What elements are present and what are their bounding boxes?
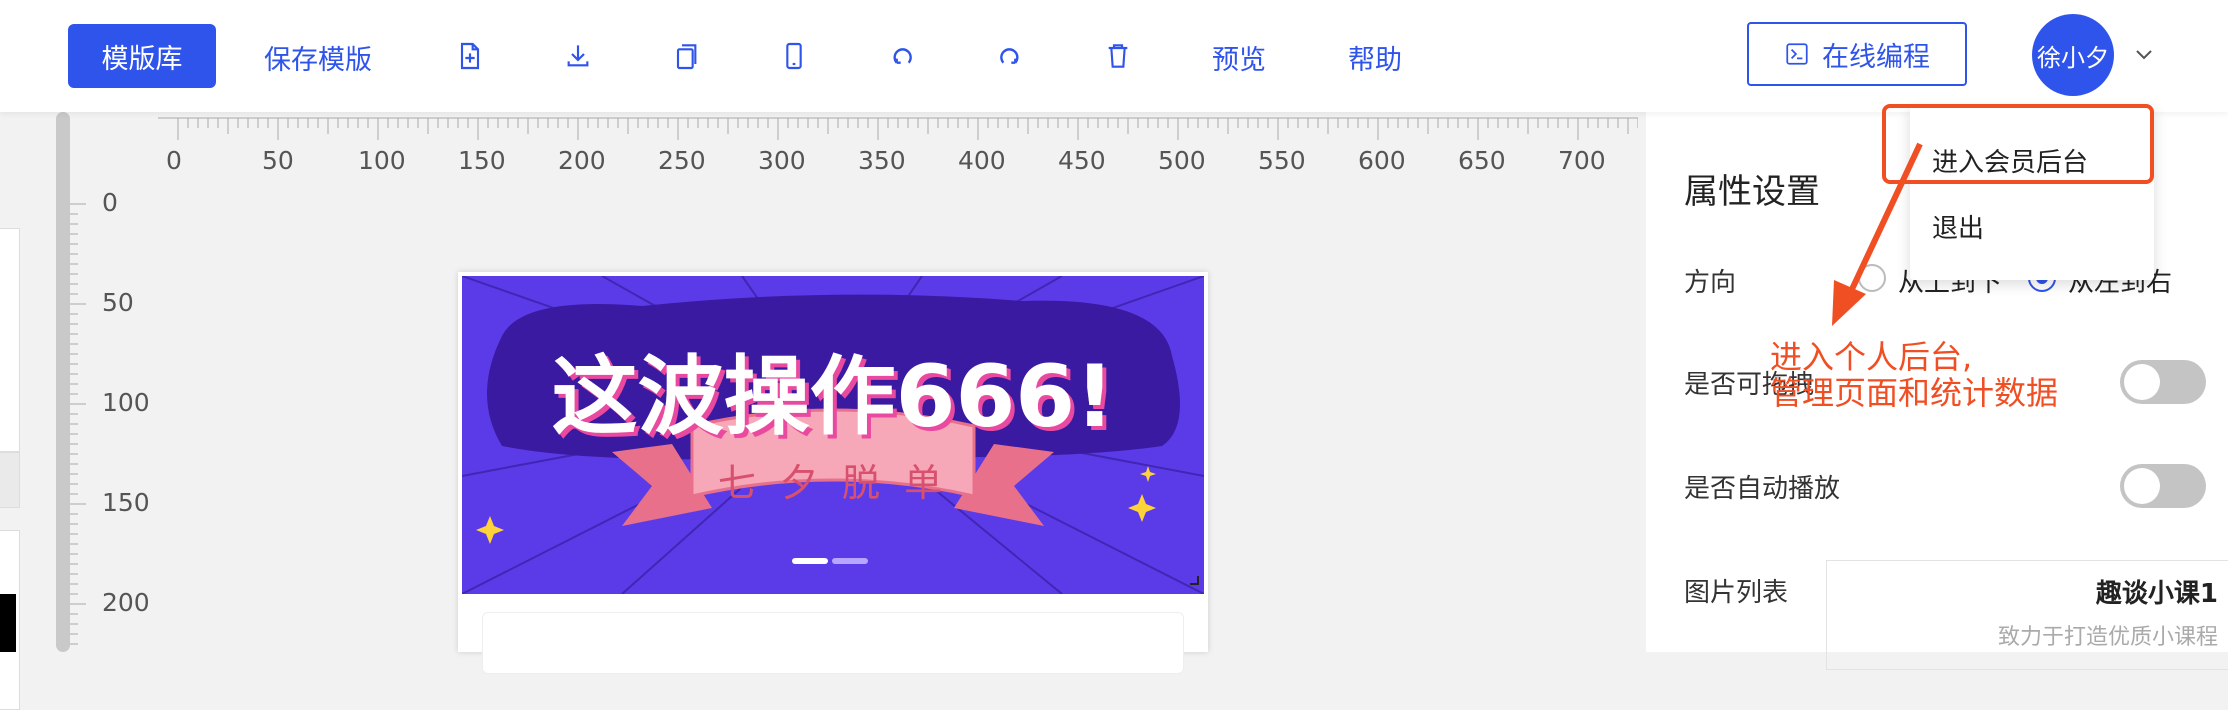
ruler-label: 350: [858, 146, 906, 175]
banner-headline: 这波操作666!: [551, 347, 1115, 447]
ruler-label: 50: [102, 288, 134, 317]
mobile-icon[interactable]: [778, 40, 810, 72]
autoplay-switch[interactable]: [2120, 464, 2206, 508]
ruler-label: 650: [1458, 146, 1506, 175]
terminal-icon: [1786, 43, 1808, 65]
chevron-down-icon[interactable]: [2132, 42, 2156, 66]
horizontal-ruler: 0 50 100 150 200 250 300 350 400 450 500…: [158, 112, 1638, 180]
ruler-label: 50: [262, 146, 294, 175]
phone-preview: 这波操作666! 七 夕 脱 单: [458, 272, 1208, 674]
component-card[interactable]: [0, 228, 20, 452]
redo-icon[interactable]: [994, 40, 1026, 72]
ruler-label: 100: [358, 146, 406, 175]
panel-title: 属性设置: [1684, 172, 1820, 212]
component-thumb: [0, 594, 16, 652]
component-sidebar: [0, 112, 60, 710]
image-list-label: 图片列表: [1684, 578, 1789, 608]
ruler-label: 400: [958, 146, 1006, 175]
annotation-text: 进入个人后台, 管理页面和统计数据: [1770, 338, 2059, 412]
ruler-label: 200: [558, 146, 606, 175]
template-library-button[interactable]: 模版库: [68, 24, 216, 88]
carousel-banner[interactable]: 这波操作666! 七 夕 脱 单: [462, 276, 1204, 594]
draggable-switch[interactable]: [2120, 360, 2206, 404]
download-icon[interactable]: [562, 40, 594, 72]
image-list-item[interactable]: 趣谈小课1 致力于打造优质小课程: [1826, 560, 2228, 670]
delete-icon[interactable]: [1102, 40, 1134, 72]
phone-content-card[interactable]: [482, 612, 1184, 674]
banner-ribbon-text: 七 夕 脱 单: [717, 461, 949, 505]
ruler-label: 0: [166, 146, 182, 175]
annotation-line: 进入个人后台,: [1770, 338, 1973, 376]
component-card[interactable]: [0, 452, 20, 508]
new-page-icon[interactable]: [454, 40, 486, 72]
preview-button[interactable]: 预览: [1212, 38, 1266, 77]
ruler-label: 500: [1158, 146, 1206, 175]
save-template-button[interactable]: 保存模版: [264, 38, 372, 77]
user-avatar[interactable]: 徐小夕: [2032, 14, 2114, 96]
ruler-label: 700: [1558, 146, 1606, 175]
ruler-label: 600: [1358, 146, 1406, 175]
annotation-line: 管理页面和统计数据: [1770, 373, 2059, 412]
vertical-ruler: 0 50 100 150 200: [70, 180, 160, 652]
image-item-description: 致力于打造优质小课程: [1997, 625, 2218, 650]
ruler-label: 300: [758, 146, 806, 175]
online-coding-button[interactable]: 在线编程: [1747, 22, 1967, 86]
ruler-label: 150: [458, 146, 506, 175]
vertical-scrollbar[interactable]: [56, 112, 70, 652]
ruler-label: 250: [658, 146, 706, 175]
autoplay-label: 是否自动播放: [1684, 474, 1841, 504]
online-coding-label: 在线编程: [1822, 41, 1930, 73]
ruler-label: 550: [1258, 146, 1306, 175]
ruler-label: 100: [102, 388, 150, 417]
ruler-label: 450: [1058, 146, 1106, 175]
undo-icon[interactable]: [886, 40, 918, 72]
ruler-label: 0: [102, 188, 118, 217]
annotation-arrow-icon: [1832, 142, 1923, 326]
copy-icon[interactable]: [670, 40, 702, 72]
direction-label: 方向: [1684, 268, 1737, 298]
help-button[interactable]: 帮助: [1348, 38, 1402, 77]
ruler-label: 150: [102, 488, 150, 517]
top-toolbar: 模版库 保存模版 预览 帮助 在线编程 徐小夕: [0, 0, 2228, 112]
image-item-title: 趣谈小课1: [2095, 579, 2218, 609]
ruler-label: 200: [102, 588, 150, 617]
